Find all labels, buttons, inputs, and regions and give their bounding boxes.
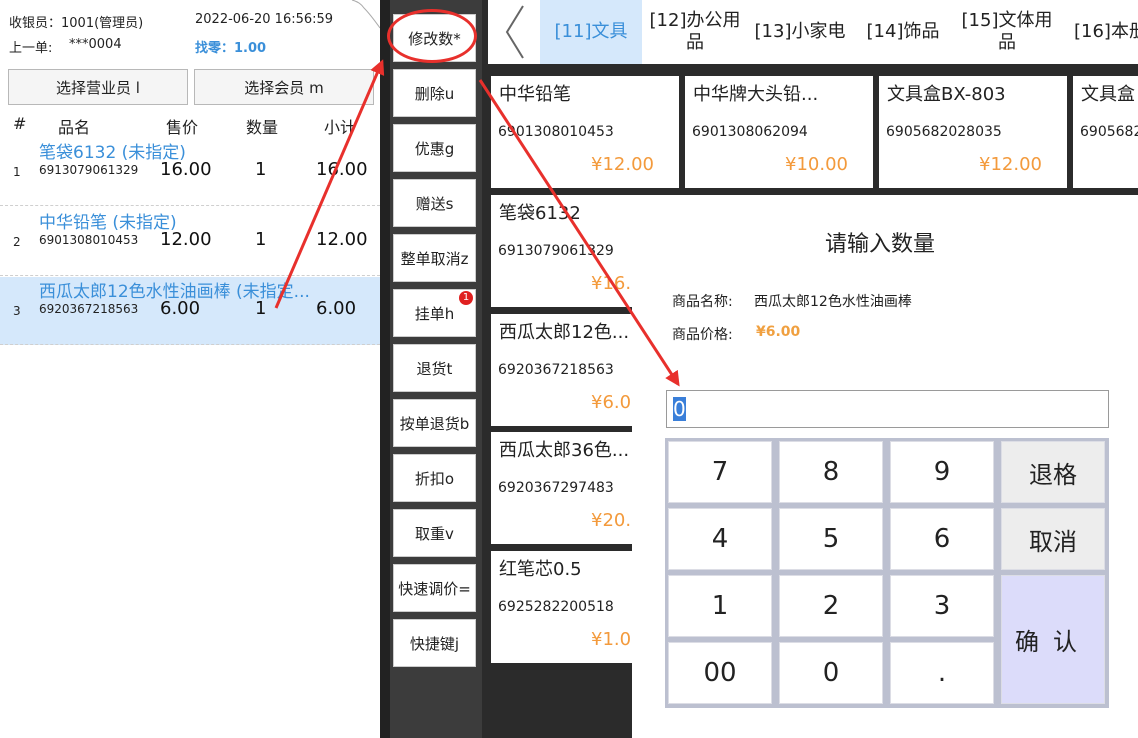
annotation-arrows [274,59,680,387]
arrow-to-modify-button [274,59,385,309]
arrow-to-quantity-input [478,79,680,387]
